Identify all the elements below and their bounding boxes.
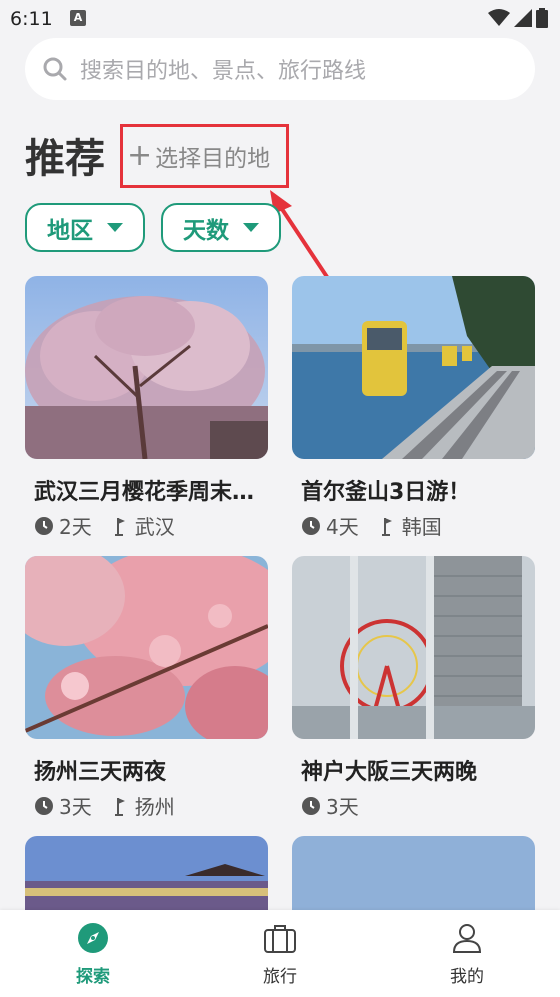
status-bar: 6:11 A xyxy=(0,0,560,38)
trip-duration-text: 3天 xyxy=(59,795,92,819)
trip-location: 韩国 xyxy=(381,511,442,540)
battery-icon xyxy=(536,8,548,28)
nav-explore-label: 探索 xyxy=(76,967,110,987)
trip-location-text: 武汉 xyxy=(134,515,175,539)
clock-icon xyxy=(35,516,53,535)
section-title: 推荐 xyxy=(25,136,105,182)
choose-destination-button[interactable]: + 选择目的地 xyxy=(120,124,289,188)
choose-destination-label: 选择目的地 xyxy=(155,146,271,172)
trip-card[interactable]: 首尔釜山3日游！ 4天 韩国 xyxy=(292,276,535,540)
clock-icon xyxy=(302,516,320,535)
trip-duration-text: 3天 xyxy=(326,795,359,819)
caret-down-icon xyxy=(243,223,259,232)
trip-card-meta: 3天 扬州 xyxy=(34,791,268,820)
trip-card-meta: 3天 xyxy=(301,791,535,820)
trip-card-image xyxy=(25,276,268,459)
trip-card-title: 首尔釜山3日游！ xyxy=(301,480,471,505)
trip-card[interactable]: 武汉三月樱花季周末2日游 2天 武汉 xyxy=(25,276,268,540)
trip-card-title: 扬州三天两夜 xyxy=(34,760,167,785)
flag-icon xyxy=(114,517,125,536)
status-icons xyxy=(488,8,548,28)
plus-icon: + xyxy=(127,138,153,173)
clock-icon xyxy=(302,796,320,815)
trip-card-title: 武汉三月樱花季周末2日游 xyxy=(34,480,262,505)
nav-mine[interactable]: 我的 xyxy=(417,922,517,987)
trip-card-image xyxy=(292,276,535,459)
status-time: 6:11 xyxy=(10,8,53,30)
flag-icon xyxy=(381,517,392,536)
nav-mine-label: 我的 xyxy=(450,967,484,987)
trip-duration: 3天 xyxy=(301,791,359,820)
caret-down-icon xyxy=(107,223,123,232)
trip-location-text: 扬州 xyxy=(134,795,175,819)
notification-icon: A xyxy=(70,10,86,26)
trip-duration-text: 2天 xyxy=(59,515,92,539)
trip-location: 扬州 xyxy=(114,791,175,820)
search-bar[interactable]: 搜索目的地、景点、旅行路线 xyxy=(25,38,535,100)
trip-card[interactable]: 神户大阪三天两晚 3天 xyxy=(292,556,535,820)
trip-duration: 2天 xyxy=(34,511,92,540)
suitcase-icon xyxy=(264,925,296,953)
filter-region-label: 地区 xyxy=(47,217,93,244)
user-icon xyxy=(452,924,482,953)
trip-card[interactable]: 扬州三天两夜 3天 扬州 xyxy=(25,556,268,820)
nav-explore[interactable]: 探索 xyxy=(43,922,143,987)
trip-card-image xyxy=(25,556,268,739)
search-icon xyxy=(43,57,67,81)
bottom-nav: 探索 旅行 我的 xyxy=(0,910,560,997)
flag-icon xyxy=(114,797,125,816)
filter-region[interactable]: 地区 xyxy=(25,203,145,252)
wifi-icon xyxy=(488,9,510,26)
trip-card-image xyxy=(292,556,535,739)
nav-trips-label: 旅行 xyxy=(263,967,297,987)
trip-location-text: 韩国 xyxy=(401,515,442,539)
filter-days-label: 天数 xyxy=(183,217,229,244)
trip-card-meta: 2天 武汉 xyxy=(34,511,268,540)
trip-card-meta: 4天 韩国 xyxy=(301,511,535,540)
filter-days[interactable]: 天数 xyxy=(161,203,281,252)
trip-duration: 4天 xyxy=(301,511,359,540)
signal-icon xyxy=(514,9,532,27)
nav-trips[interactable]: 旅行 xyxy=(230,922,330,987)
search-placeholder: 搜索目的地、景点、旅行路线 xyxy=(80,59,367,84)
trip-duration: 3天 xyxy=(34,791,92,820)
clock-icon xyxy=(35,796,53,815)
compass-icon xyxy=(78,923,108,953)
trip-duration-text: 4天 xyxy=(326,515,359,539)
trip-location: 武汉 xyxy=(114,511,175,540)
trip-card-title: 神户大阪三天两晚 xyxy=(301,760,478,785)
